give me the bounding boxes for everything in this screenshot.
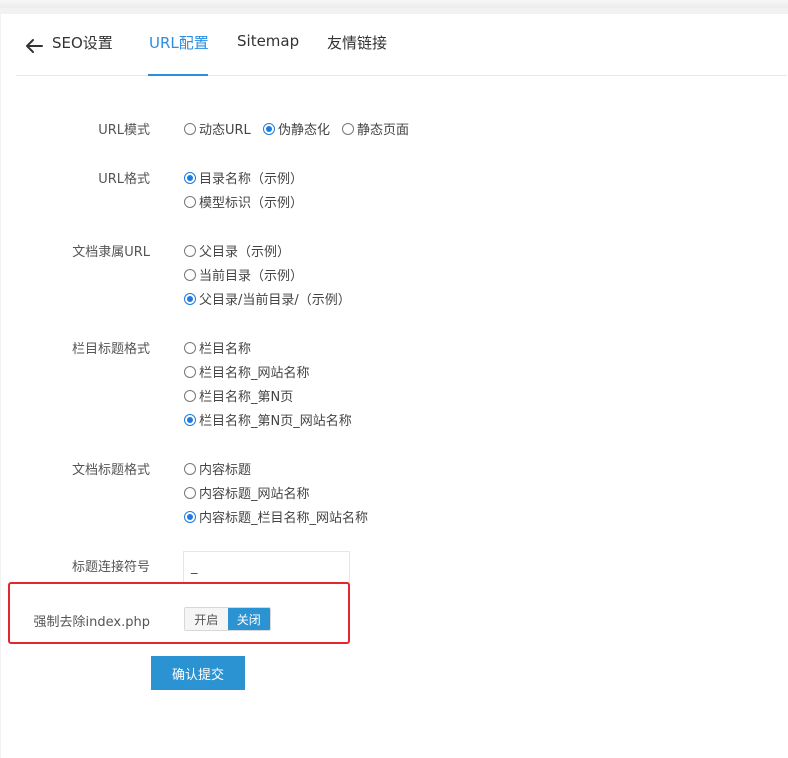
tab-active-indicator — [148, 74, 208, 76]
separator-input[interactable]: _ — [183, 551, 350, 583]
radio-icon[interactable] — [184, 244, 196, 257]
radio-icon[interactable] — [184, 486, 196, 499]
url-format-option-dir-name[interactable]: 目录名称（示例） — [184, 168, 303, 187]
separator-label: 标题连接符号 — [71, 560, 150, 575]
url-mode-option-dynamic[interactable]: 动态URL — [184, 119, 251, 138]
column-title-label: 栏目标题格式 — [71, 342, 150, 357]
tab-bar: SEO设置 URL配置 Sitemap 友情链接 — [16, 28, 787, 76]
tab-seo-settings[interactable]: SEO设置 — [52, 32, 113, 53]
doc-title-option-2[interactable]: 内容标题_网站名称 — [184, 483, 310, 502]
radio-icon[interactable] — [184, 122, 196, 135]
column-title-option-2[interactable]: 栏目名称_网站名称 — [184, 362, 310, 381]
url-format-label: URL格式 — [98, 172, 150, 187]
url-mode-option-static[interactable]: 静态页面 — [342, 119, 409, 138]
url-mode-option-pseudo-static[interactable]: 伪静态化 — [263, 119, 330, 138]
radio-icon[interactable] — [184, 268, 196, 281]
column-title-option-1[interactable]: 栏目名称 — [184, 338, 251, 357]
url-format-option-model-id[interactable]: 模型标识（示例） — [184, 192, 303, 211]
tab-url-config[interactable]: URL配置 — [149, 32, 209, 53]
doc-url-option-parent[interactable]: 父目录（示例） — [184, 241, 290, 260]
radio-icon[interactable] — [184, 341, 196, 354]
doc-url-label: 文档隶属URL — [72, 245, 150, 260]
switch-on-option[interactable]: 开启 — [185, 608, 228, 630]
doc-url-option-current[interactable]: 当前目录（示例） — [184, 265, 303, 284]
radio-checked-icon[interactable] — [184, 171, 196, 184]
radio-checked-icon[interactable] — [184, 510, 196, 523]
back-arrow-icon[interactable] — [22, 34, 46, 58]
radio-icon[interactable] — [184, 365, 196, 378]
radio-checked-icon[interactable] — [184, 413, 196, 426]
column-title-option-4[interactable]: 栏目名称_第N页_网站名称 — [184, 410, 352, 429]
radio-checked-icon[interactable] — [263, 122, 275, 135]
radio-checked-icon[interactable] — [184, 292, 196, 305]
tab-sitemap[interactable]: Sitemap — [237, 32, 299, 50]
doc-title-label: 文档标题格式 — [71, 463, 150, 478]
column-title-option-3[interactable]: 栏目名称_第N页 — [184, 386, 293, 405]
radio-icon[interactable] — [184, 389, 196, 402]
radio-icon[interactable] — [184, 195, 196, 208]
doc-url-option-parent-current[interactable]: 父目录/当前目录/（示例） — [184, 289, 351, 308]
tab-friend-links[interactable]: 友情链接 — [327, 32, 387, 53]
force-index-switch[interactable]: 开启 关闭 — [184, 607, 271, 631]
radio-icon[interactable] — [342, 122, 354, 135]
radio-icon[interactable] — [184, 462, 196, 475]
submit-button[interactable]: 确认提交 — [151, 656, 245, 690]
force-index-label: 强制去除index.php — [33, 615, 150, 630]
switch-off-option[interactable]: 关闭 — [227, 608, 270, 630]
doc-title-option-3[interactable]: 内容标题_栏目名称_网站名称 — [184, 507, 368, 526]
doc-title-option-1[interactable]: 内容标题 — [184, 459, 251, 478]
url-mode-label: URL模式 — [98, 123, 150, 138]
top-shadow-bar — [0, 0, 788, 8]
